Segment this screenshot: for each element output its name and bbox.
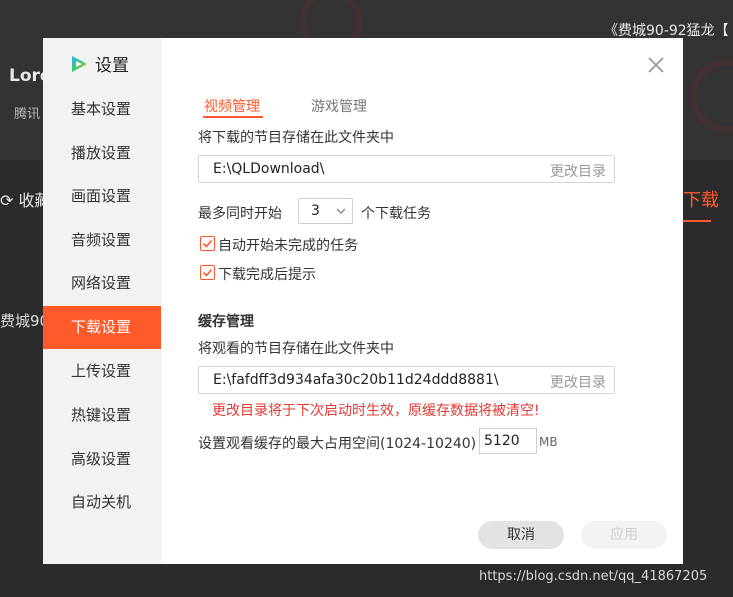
sidebar-item-download[interactable]: 下载设置 [43,306,161,349]
sidebar-item-autoshutdown[interactable]: 自动关机 [43,481,161,524]
sidebar-item-basic[interactable]: 基本设置 [43,88,161,131]
sidebar-item-picture[interactable]: 画面设置 [43,175,161,218]
cache-max-size-label: 设置观看缓存的最大占用空间(1024-10240) [198,436,477,452]
notify-done-checkbox[interactable] [200,265,215,280]
max-tasks-select[interactable]: 3 [298,198,353,224]
sidebar-item-advanced[interactable]: 高级设置 [43,438,161,481]
cache-warning-text: 更改目录将于下次启动时生效，原缓存数据将被清空! [212,403,540,419]
cancel-button[interactable]: 取消 [478,521,564,549]
sidebar-item-hotkey[interactable]: 热键设置 [43,394,161,437]
settings-dialog: 设置 基本设置 播放设置 画面设置 音频设置 网络设置 下载设置 上传设置 热键… [43,38,683,564]
dialog-logo: 设置 [69,51,129,76]
tab-game-management[interactable]: 游戏管理 [311,96,367,116]
bg-download-tab[interactable]: 下载 [683,186,719,212]
bg-video-title[interactable]: 《费城90-92猛龙【 [604,20,729,40]
auto-start-label[interactable]: 自动开始未完成的任务 [218,235,358,255]
cache-change-dir-button[interactable]: 更改目录 [550,372,606,392]
checkmark-icon [202,239,213,248]
cache-folder-label: 将观看的节目存储在此文件夹中 [198,341,394,357]
cache-size-unit: MB [539,435,558,449]
sidebar-item-audio[interactable]: 音频设置 [43,219,161,262]
cache-folder-field[interactable]: E:\fafdff3d934afa30c20b11d24ddd8881\ 更改目… [198,366,615,394]
chevron-down-icon [336,208,346,214]
tab-video-management[interactable]: 视频管理 [204,96,260,116]
cache-heading: 缓存管理 [198,314,254,330]
sidebar-item-upload[interactable]: 上传设置 [43,350,161,393]
max-start-suffix: 个下载任务 [361,206,431,222]
checkmark-icon [202,268,213,277]
notify-done-label[interactable]: 下载完成后提示 [218,264,316,284]
download-folder-label: 将下载的节目存储在此文件夹中 [198,130,394,146]
dialog-title: 设置 [95,56,129,76]
max-tasks-value: 3 [311,203,320,219]
cache-max-size-input[interactable]: 5120 [479,428,537,454]
bg-download-underline [683,220,711,222]
bg-user-sub: 腾讯 [14,107,41,122]
active-tab-underline [203,116,263,118]
settings-content: 视频管理 游戏管理 将下载的节目存储在此文件夹中 E:\QLDownload\ … [198,38,683,564]
download-folder-path: E:\QLDownload\ [213,161,325,177]
cache-max-size-value: 5120 [484,433,520,449]
auto-start-checkbox[interactable] [200,236,215,251]
play-logo-icon [72,55,87,72]
sidebar-item-playback[interactable]: 播放设置 [43,132,161,175]
download-folder-field[interactable]: E:\QLDownload\ 更改目录 [198,155,615,183]
max-start-prefix: 最多同时开始 [198,206,282,222]
bg-list-item[interactable]: 费城90 [0,310,49,331]
cache-folder-path: E:\fafdff3d934afa30c20b11d24ddd8881\ [213,372,499,388]
sidebar-item-network[interactable]: 网络设置 [43,262,161,305]
watermark-text: https://blog.csdn.net/qq_41867205 [479,569,708,584]
download-change-dir-button[interactable]: 更改目录 [550,161,606,181]
settings-sidebar: 设置 基本设置 播放设置 画面设置 音频设置 网络设置 下载设置 上传设置 热键… [43,38,161,564]
apply-button[interactable]: 应用 [581,521,667,549]
